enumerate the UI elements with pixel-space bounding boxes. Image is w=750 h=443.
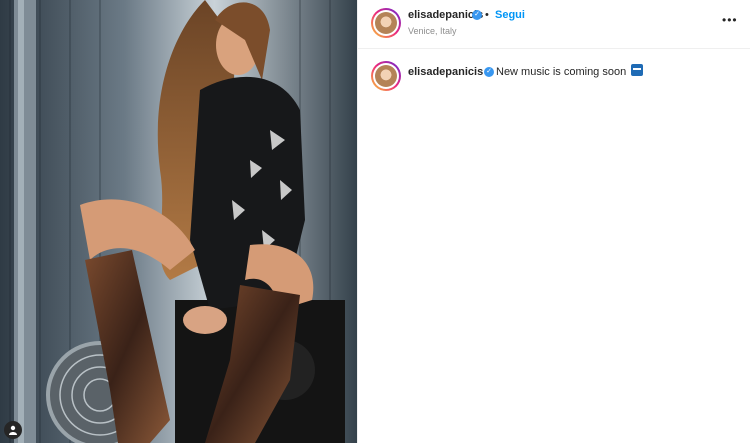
avatar[interactable] (371, 8, 401, 38)
follow-button[interactable]: Segui (495, 9, 525, 21)
more-options-icon[interactable]: ••• (722, 13, 738, 27)
caption-avatar[interactable] (371, 61, 401, 91)
post-location[interactable]: Venice, Italy (408, 26, 457, 36)
soon-arrow-emoji-icon (631, 64, 643, 76)
post-header: elisadepanicis ✓ • Segui Venice, Italy •… (358, 0, 750, 49)
caption-username[interactable]: elisadepanicis (408, 66, 483, 78)
tagged-users-icon[interactable] (4, 421, 22, 439)
post-sidebar: elisadepanicis ✓ • Segui Venice, Italy •… (358, 0, 750, 443)
verified-badge-icon: ✓ (472, 10, 482, 20)
separator-dot: • (485, 9, 489, 21)
post-photo[interactable] (0, 0, 357, 443)
caption-verified-badge-icon: ✓ (484, 67, 494, 77)
caption-text: New music is coming soon (496, 66, 627, 78)
post-photo-art (0, 0, 357, 443)
